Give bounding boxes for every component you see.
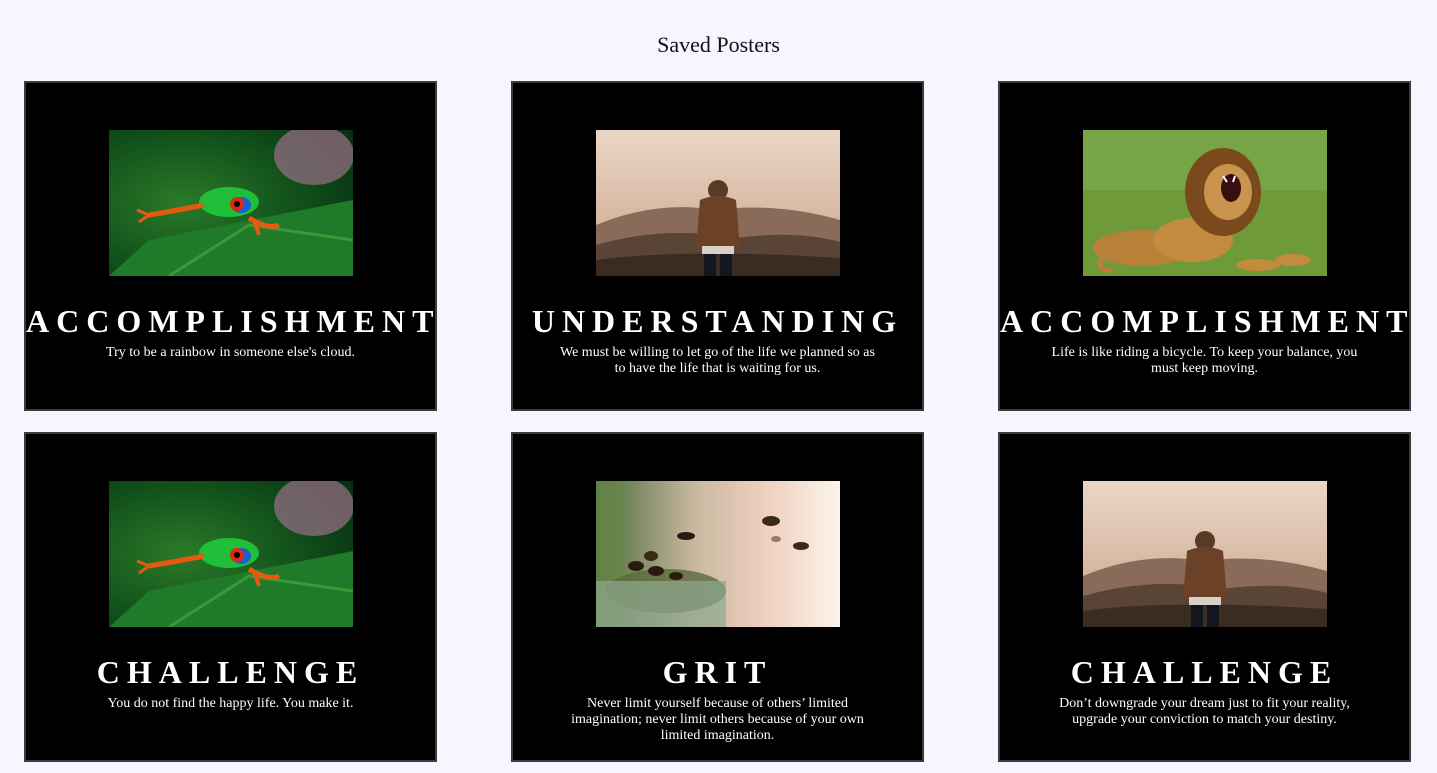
poster-image-hooded-man — [596, 130, 840, 276]
hooded-man-on-hills-photo — [596, 130, 840, 276]
saved-poster[interactable]: ACCOMPLISHMENT Life is like riding a bic… — [998, 81, 1411, 411]
frog-photo — [109, 481, 353, 627]
poster-title: CHALLENGE — [1070, 654, 1339, 690]
poster-image-hooded-man — [1083, 481, 1327, 627]
poster-title: CHALLENGE — [96, 654, 365, 690]
poster-image-frog — [109, 481, 353, 627]
poster-quote: You do not find the happy life. You make… — [107, 696, 354, 711]
poster-quote: Life is like riding a bicycle. To keep y… — [1051, 345, 1358, 376]
poster-quote: Try to be a rainbow in someone else's cl… — [106, 345, 355, 360]
poster-quote: We must be willing to let go of the life… — [560, 345, 875, 376]
frog-photo — [109, 130, 353, 276]
poster-image-bees — [596, 481, 840, 627]
poster-image-frog — [109, 130, 353, 276]
poster-quote: Never limit yourself because of others’ … — [571, 696, 864, 743]
saved-poster[interactable]: UNDERSTANDING We must be willing to let … — [511, 81, 924, 411]
hooded-man-on-hills-photo — [1083, 481, 1327, 627]
page-title: Saved Posters — [657, 32, 780, 57]
poster-quote: Don’t downgrade your dream just to fit y… — [1059, 696, 1350, 727]
saved-poster[interactable]: ACCOMPLISHMENT Try to be a rainbow in so… — [24, 81, 437, 411]
roaring-lion-photo — [1083, 130, 1327, 276]
poster-title: UNDERSTANDING — [531, 303, 904, 339]
bees-photo — [596, 481, 840, 627]
saved-poster[interactable]: CHALLENGE You do not find the happy life… — [24, 432, 437, 762]
saved-poster[interactable]: GRIT Never limit yourself because of oth… — [511, 432, 924, 762]
saved-posters-grid: ACCOMPLISHMENT Try to be a rainbow in so… — [24, 81, 1411, 762]
poster-title: ACCOMPLISHMENT — [1000, 303, 1415, 339]
poster-title: GRIT — [662, 654, 773, 690]
poster-image-lion — [1083, 130, 1327, 276]
poster-title: ACCOMPLISHMENT — [26, 303, 441, 339]
saved-poster[interactable]: CHALLENGE Don’t downgrade your dream jus… — [998, 432, 1411, 762]
saved-posters-page: Saved Posters ACCOMPLISHMENT Try to be a… — [0, 0, 1437, 773]
